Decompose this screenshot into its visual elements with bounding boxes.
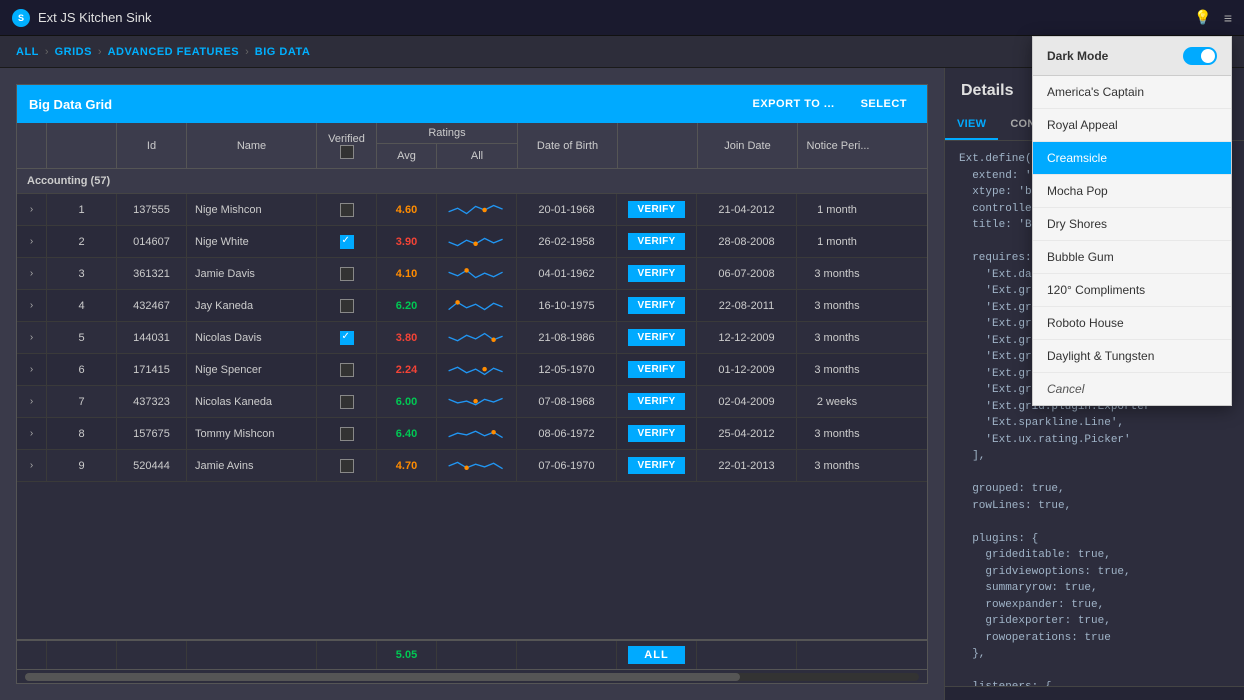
theme-item-1[interactable]: Royal Appeal (1033, 109, 1231, 142)
theme-item-2[interactable]: Creamsicle (1033, 142, 1231, 175)
dropdown-header: Dark Mode (1033, 37, 1231, 76)
theme-item-3[interactable]: Mocha Pop (1033, 175, 1231, 208)
theme-item-8[interactable]: Daylight & Tungsten (1033, 340, 1231, 373)
theme-item-4[interactable]: Dry Shores (1033, 208, 1231, 241)
theme-item-0[interactable]: America's Captain (1033, 76, 1231, 109)
theme-list: America's CaptainRoyal AppealCreamsicleM… (1033, 76, 1231, 373)
cancel-item[interactable]: Cancel (1033, 373, 1231, 405)
toggle-track[interactable] (1183, 47, 1217, 65)
dark-mode-toggle[interactable] (1183, 47, 1217, 65)
theme-item-5[interactable]: Bubble Gum (1033, 241, 1231, 274)
theme-item-7[interactable]: Roboto House (1033, 307, 1231, 340)
dark-mode-label: Dark Mode (1047, 49, 1108, 63)
toggle-thumb (1201, 49, 1215, 63)
theme-item-6[interactable]: 120° Compliments (1033, 274, 1231, 307)
dropdown-menu: Dark Mode America's CaptainRoyal AppealC… (1032, 36, 1232, 406)
dropdown-overlay: Dark Mode America's CaptainRoyal AppealC… (0, 0, 1244, 700)
